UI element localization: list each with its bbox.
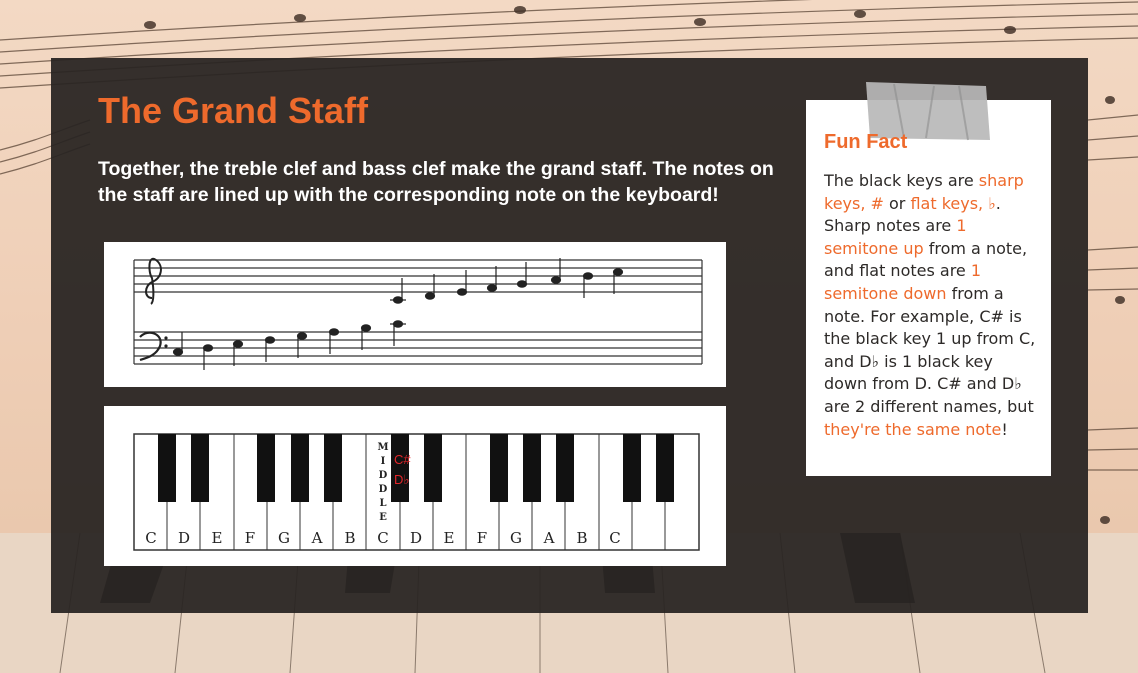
key-label: F [245,529,255,547]
key-label: G [278,529,290,547]
fun-fact-text: The black keys are sharp keys, # or flat… [824,171,1036,439]
key-label: D [410,529,422,547]
key-label: E [444,529,455,547]
key-label: C [377,529,388,547]
treble-clef-icon [145,257,162,305]
fun-fact-title: Fun Fact [824,131,908,153]
svg-text:I: I [381,456,386,467]
keyboard-image: C D E F G A B C D E F G A B C M I D D L … [104,406,726,566]
flat-label: D♭ [394,472,410,487]
grand-staff-image [104,242,726,387]
key-label: A [543,529,555,547]
key-label: B [344,529,355,547]
key-label: D [178,529,190,547]
keyboard-diagram: C D E F G A B C D E F G A B C M I D D L … [133,433,700,551]
svg-text:E: E [379,512,387,523]
highlight-flat-keys: flat keys, ♭ [910,193,996,213]
sharp-label: C# [394,452,411,467]
svg-text:D: D [379,484,388,495]
svg-text:D: D [379,470,388,481]
key-label: B [576,529,587,547]
svg-text:L: L [379,498,386,509]
fun-fact-card: Fun Fact The black keys are sharp keys, … [806,82,1051,476]
intro-text: Together, the treble clef and bass clef … [98,158,774,206]
grand-staff-panel: The Grand Staff Together, the treble cle… [51,58,1088,613]
key-label: C [145,529,156,547]
key-label: A [311,529,323,547]
key-label: F [477,529,487,547]
highlight-same-note: they're the same note [824,419,1002,439]
grand-staff-notation [133,257,703,370]
key-label: C [609,529,620,547]
page-title: The Grand Staff [98,90,369,131]
key-label: G [510,529,522,547]
svg-text:M: M [377,442,388,453]
key-label: E [212,529,223,547]
